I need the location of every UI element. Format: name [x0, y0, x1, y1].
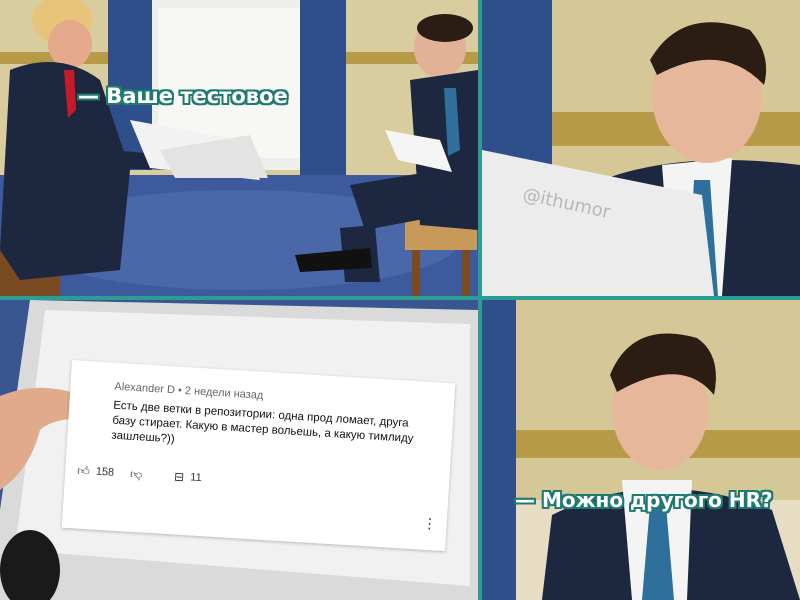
comment-actions: 👍︎ 158 👎︎ ⊟ 11	[77, 464, 202, 485]
comment-text: Есть две ветки в репозитории: одна прод …	[111, 399, 414, 446]
thumbs-up-icon[interactable]: 👍︎	[77, 464, 90, 479]
thumbs-down-icon[interactable]: 👎︎	[130, 467, 143, 482]
comment-meta: Alexander D • 2 недели назад	[114, 381, 264, 402]
comment-time: 2 недели назад	[184, 384, 264, 402]
panel-top-left: — Ваше тестовое	[0, 0, 478, 296]
comment-card: Alexander D • 2 недели назад Есть две ве…	[61, 360, 456, 552]
panel-bottom-left: Alexander D • 2 недели назад Есть две ве…	[0, 300, 478, 600]
interview-room-scene	[0, 0, 478, 296]
reply-icon[interactable]: ⊟	[174, 469, 185, 484]
caption-another-hr: — Можно другого HR?	[515, 488, 773, 512]
more-vertical-icon[interactable]: ⋮	[422, 515, 435, 533]
comment-author: Alexander D	[114, 380, 176, 397]
meme-image: — Ваше тестовое @ithumor Alexander D • 2…	[0, 0, 800, 600]
confused-look-scene	[482, 300, 800, 600]
like-count: 158	[95, 465, 115, 479]
panel-top-right: @ithumor	[482, 0, 800, 296]
caption-your-test-task: — Ваше тестовое	[78, 84, 288, 108]
panel-bottom-right: — Можно другого HR?	[482, 300, 800, 600]
actions-spacer	[148, 475, 168, 476]
reply-count: 11	[189, 471, 202, 485]
reading-paper-scene	[482, 0, 800, 296]
